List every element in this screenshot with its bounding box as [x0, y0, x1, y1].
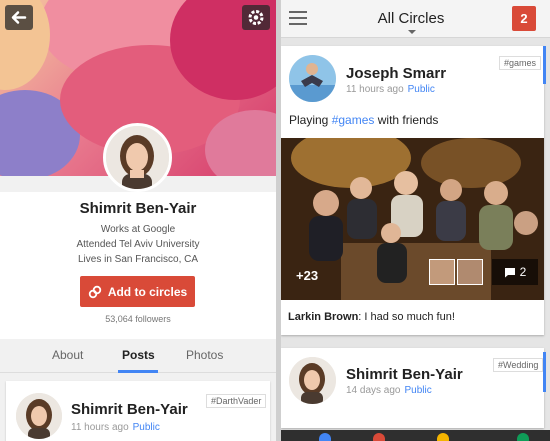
back-button[interactable] [5, 5, 33, 30]
gear-icon [248, 10, 264, 25]
link-icon [88, 285, 102, 298]
post-text-end: with friends [374, 113, 439, 127]
notifications-badge[interactable]: 2 [512, 6, 536, 31]
post-author-name[interactable]: Joseph Smarr [346, 65, 446, 82]
post-author-name[interactable]: Shimrit Ben-Yair [346, 366, 463, 383]
card-accent-edge [543, 352, 546, 392]
profile-pane: Shimrit Ben-Yair Works at Google Attende… [0, 0, 276, 441]
tab-photos[interactable]: Photos [186, 348, 223, 362]
bottom-dot [517, 433, 529, 441]
app-bar: All Circles 2 [281, 0, 550, 38]
card-accent-edge [543, 46, 546, 84]
profile-education: Attended Tel Aviv University [76, 239, 200, 250]
profile-avatar [103, 123, 172, 192]
more-photos-count[interactable]: +23 [296, 268, 318, 283]
post-visibility[interactable]: Public [133, 422, 160, 433]
comment-text: : I had so much fun! [358, 311, 455, 323]
profile-work: Works at Google [100, 224, 176, 235]
profile-post-card[interactable]: Shimrit Ben-Yair 11 hours ago Public #Dar… [6, 381, 270, 441]
tab-posts[interactable]: Posts [122, 348, 155, 362]
hashtag-chip[interactable]: #games [499, 56, 542, 70]
add-to-circles-label: Add to circles [107, 284, 188, 299]
comment-preview[interactable]: Larkin Brown: I had so much fun! [288, 311, 455, 323]
post-time: 11 hours ago [346, 84, 404, 95]
post-time: 11 hours ago [71, 422, 129, 433]
menu-icon[interactable] [289, 11, 307, 25]
caret-down-icon [408, 30, 416, 34]
post-time: 14 days ago [346, 385, 401, 396]
back-arrow-icon [11, 11, 27, 24]
circles-selector[interactable]: All Circles [356, 10, 466, 27]
plus-one-avatars[interactable] [429, 259, 487, 285]
post-author-avatar [289, 55, 336, 102]
profile-name: Shimrit Ben-Yair [79, 200, 197, 217]
bottom-dot [373, 433, 385, 441]
screenshot-root: Shimrit Ben-Yair Works at Google Attende… [0, 0, 550, 441]
post-meta: 11 hours ago Public [346, 84, 435, 95]
post-text-hashtag[interactable]: #games [332, 113, 375, 127]
post-text-start: Playing [289, 113, 332, 127]
profile-location: Lives in San Francisco, CA [77, 254, 199, 265]
stream-post-card[interactable]: Joseph Smarr 11 hours ago Public #games P… [281, 46, 544, 335]
comment-icon [504, 267, 515, 277]
settings-button[interactable] [242, 5, 270, 30]
stream-pane: All Circles 2 Joseph Smarr 11 hours ago P… [281, 0, 550, 441]
post-author-name[interactable]: Shimrit Ben-Yair [71, 401, 188, 418]
post-visibility[interactable]: Public [408, 84, 435, 95]
bottom-dot [437, 433, 449, 441]
post-meta: 14 days ago Public [346, 385, 432, 396]
tab-about[interactable]: About [52, 348, 83, 362]
comments-button[interactable]: 2 [492, 259, 538, 285]
post-text: Playing #games with friends [289, 113, 438, 127]
stream-post-card[interactable]: Shimrit Ben-Yair 14 days ago Public #Wedd… [281, 348, 544, 428]
add-to-circles-button[interactable]: Add to circles [80, 276, 195, 307]
profile-info: Shimrit Ben-Yair Works at Google Attende… [0, 192, 276, 339]
post-photo[interactable]: +23 2 [281, 138, 544, 300]
active-tab-indicator [118, 370, 158, 373]
followers-count: 53,064 followers [105, 314, 171, 324]
bottom-dot [319, 433, 331, 441]
post-author-avatar [289, 357, 336, 404]
post-author-avatar [16, 393, 62, 439]
hashtag-chip[interactable]: #Wedding [493, 358, 544, 372]
comment-author[interactable]: Larkin Brown [288, 311, 358, 323]
post-visibility[interactable]: Public [405, 385, 432, 396]
profile-tabs: About Posts Photos [0, 339, 276, 373]
post-meta: 11 hours ago Public [71, 422, 160, 433]
comments-count: 2 [519, 265, 527, 279]
hashtag-chip[interactable]: #DarthVader [206, 394, 267, 408]
